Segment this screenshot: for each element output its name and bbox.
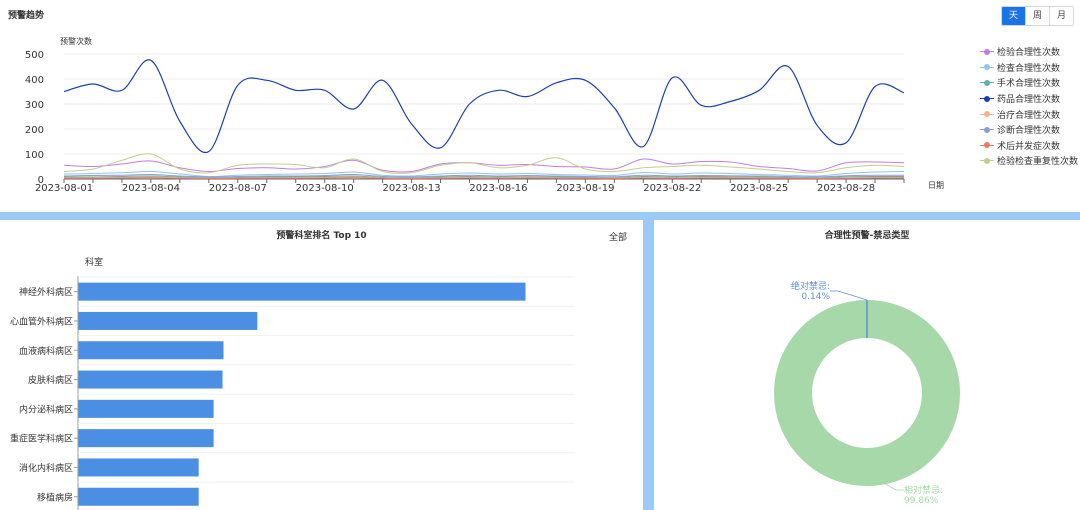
y-tick-label: 500 [25, 50, 44, 61]
legend-marker [980, 141, 994, 149]
category-label: 心血管外科病区 [10, 315, 73, 327]
legend-label: 手术合理性次数 [997, 79, 1061, 90]
legend-item[interactable]: 检验合理性次数 [980, 44, 1080, 60]
legend-marker [980, 48, 994, 56]
legend-marker [980, 63, 994, 71]
x-tick-label: 2023-08-07 [209, 183, 267, 194]
x-axis-label: 日期 [928, 181, 944, 190]
legend-label: 检验合理性次数 [997, 48, 1061, 59]
donut-slice [774, 300, 960, 486]
x-tick-label: 2023-08-10 [296, 183, 354, 194]
department-bar [78, 429, 214, 448]
department-bar [78, 341, 224, 360]
legend-marker [980, 157, 994, 165]
department-bar [78, 370, 223, 389]
horizontal-divider [0, 212, 1080, 220]
y-axis-label: 科室 [85, 256, 103, 268]
department-bar [78, 399, 214, 418]
slice-label-name: 绝对禁忌: [791, 280, 830, 292]
x-tick-label: 2023-08-13 [383, 183, 441, 194]
department-bar [78, 311, 258, 330]
legend-item[interactable]: 诊断合理性次数 [980, 122, 1080, 138]
y-tick-label: 100 [25, 150, 44, 161]
legend-item[interactable]: 治疗合理性次数 [980, 106, 1080, 122]
slice-label-name: 相对禁忌: [904, 484, 943, 496]
slice-label-value: 99.86% [904, 496, 939, 506]
trend-legend: 检验合理性次数 检查合理性次数 手术合理性次数 药品合理性次数 治疗合理性次数 诊断合理性… [980, 44, 1080, 169]
x-tick-label: 2023-08-28 [817, 183, 875, 194]
rank-bar-chart: 科室神经外科病区心血管外科病区血液病科病区皮肤科病区内分泌科病区重症医学科病区消… [10, 256, 575, 510]
legend-marker [980, 110, 994, 118]
category-label: 血液病科病区 [19, 345, 73, 357]
contraindication-donut-chart: 绝对禁忌:0.14% 相对禁忌:99.86% [774, 280, 960, 506]
slice-label-value: 0.14% [801, 292, 830, 302]
series-line-3 [63, 59, 905, 154]
department-bar [78, 282, 526, 301]
y-tick-label: 300 [25, 100, 44, 111]
x-tick-label: 2023-08-22 [643, 183, 701, 194]
x-tick-label: 2023-08-16 [469, 183, 527, 194]
donut-slices [774, 300, 960, 486]
legend-marker [980, 79, 994, 87]
y-axis-label: 预警次数 [60, 36, 92, 46]
x-tick-label: 2023-08-19 [556, 183, 614, 194]
trend-panel: 预警趋势 天 周 月 0 100 200 300 400 500 预警次数 日期 2023-08… [0, 0, 1080, 212]
department-bar [78, 458, 199, 477]
category-label: 神经外科病区 [19, 286, 73, 298]
legend-item[interactable]: 检查合理性次数 [980, 60, 1080, 76]
y-tick-label: 200 [25, 125, 44, 136]
department-bar [78, 487, 199, 506]
legend-label: 诊断合理性次数 [997, 126, 1061, 137]
x-tick-label: 2023-08-04 [122, 183, 180, 194]
category-label: 移植病房 [37, 491, 73, 503]
legend-item[interactable]: 药品合理性次数 [980, 91, 1080, 107]
x-tick-label: 2023-08-25 [730, 183, 788, 194]
category-label: 消化内科病区 [19, 462, 73, 474]
legend-item[interactable]: 术后并发症次数 [980, 138, 1080, 154]
legend-label: 检查合理性次数 [997, 63, 1061, 74]
legend-label: 治疗合理性次数 [997, 110, 1061, 121]
vertical-divider [643, 212, 654, 510]
pie-panel: 合理性预警-禁忌类型 绝对禁忌: 0.14% 相对禁忌: 99.86% [654, 220, 1080, 510]
y-tick-label: 400 [25, 75, 44, 86]
category-label: 内分泌科病区 [19, 403, 73, 415]
legend-item[interactable]: 手术合理性次数 [980, 75, 1080, 91]
x-tick-label: 2023-08-01 [35, 183, 93, 194]
legend-label: 药品合理性次数 [997, 95, 1061, 106]
callout-line [830, 290, 868, 301]
category-label: 重症医学科病区 [10, 433, 73, 445]
legend-label: 术后并发症次数 [997, 141, 1061, 152]
rank-panel: 预警科室排名 Top 10 全部 科室 神经外科病区 心血管外科病区 血液病科病区 皮肤… [0, 220, 643, 510]
legend-item[interactable]: 检验检查重复性次数 [980, 153, 1080, 169]
legend-marker [980, 95, 994, 103]
trend-line-chart: 0100200300400500预警次数日期2023-08-01 2023-08-… [25, 36, 944, 194]
legend-marker [980, 126, 994, 134]
category-label: 皮肤科病区 [28, 374, 73, 386]
legend-label: 检验检查重复性次数 [997, 157, 1079, 168]
